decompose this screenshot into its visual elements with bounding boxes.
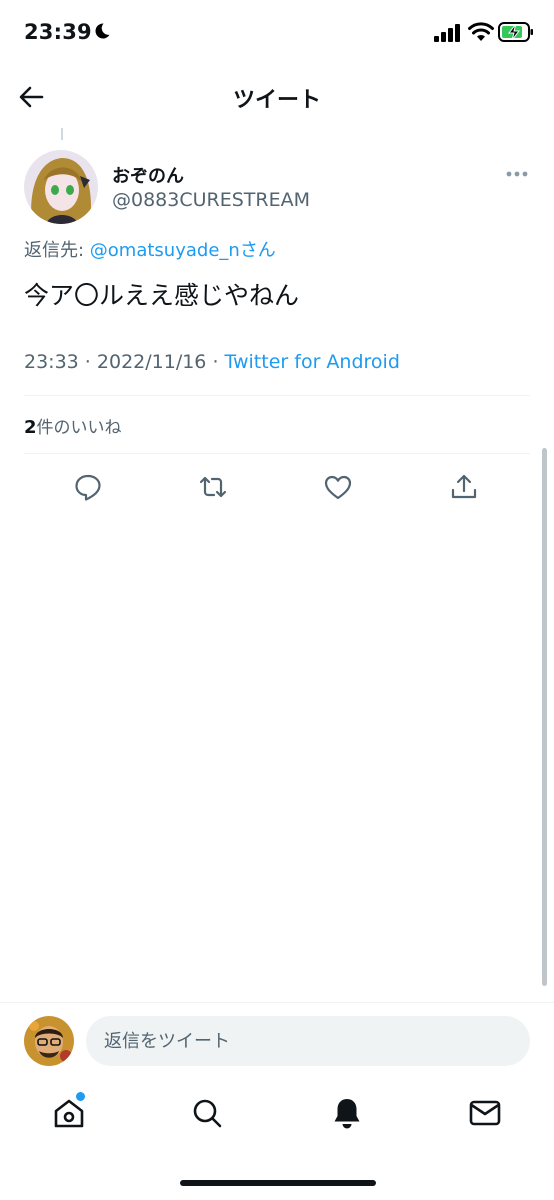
tweet-meta: 23:33 · 2022/11/16 · Twitter for Android	[24, 351, 400, 373]
meta-separator: ·	[78, 351, 97, 373]
more-options-icon[interactable]	[502, 164, 532, 184]
likes-label: 件のいいね	[36, 418, 122, 438]
divider	[24, 453, 530, 454]
signal-icon	[434, 24, 460, 42]
home-icon[interactable]	[52, 1096, 86, 1130]
reply-input[interactable]	[86, 1016, 530, 1066]
new-content-dot	[76, 1092, 85, 1101]
wifi-icon	[468, 22, 494, 41]
home-indicator[interactable]	[180, 1180, 376, 1186]
search-icon[interactable]	[190, 1096, 224, 1130]
tweet-source-link[interactable]: Twitter for Android	[225, 351, 400, 373]
likes-summary[interactable]: 2件のいいね	[24, 413, 122, 438]
reply-prefix: 返信先:	[24, 240, 90, 261]
page-title: ツイート	[232, 88, 321, 113]
messages-icon[interactable]	[468, 1096, 502, 1130]
current-user-avatar[interactable]	[24, 1016, 74, 1066]
reply-to-link[interactable]: @omatsuyade_nさん	[90, 240, 276, 261]
meta-separator: ·	[206, 351, 225, 373]
scrollbar[interactable]	[542, 448, 547, 986]
tweet-text: 今ア〇ルええ感じやねん	[24, 281, 300, 310]
author-avatar[interactable]	[24, 150, 98, 224]
tweet-time: 23:33	[24, 351, 79, 373]
likes-count: 2	[24, 417, 37, 438]
divider	[24, 395, 530, 396]
notifications-icon[interactable]	[330, 1096, 364, 1130]
reply-to-handle[interactable]: @omatsuyade_n	[90, 240, 240, 261]
reply-to-suffix[interactable]: さん	[240, 240, 276, 261]
like-icon[interactable]	[323, 472, 353, 502]
moon-icon	[95, 23, 110, 39]
battery-charging-icon	[498, 22, 533, 42]
share-icon[interactable]	[449, 472, 479, 502]
thread-line	[61, 128, 63, 140]
display-name[interactable]: おぞのん	[112, 162, 184, 188]
composer-divider	[0, 1002, 554, 1003]
user-handle[interactable]: @0883CURESTREAM	[112, 189, 310, 211]
status-time: 23:39	[24, 20, 92, 44]
retweet-icon[interactable]	[198, 472, 228, 502]
reply-icon[interactable]	[73, 472, 103, 502]
tweet-date: 2022/11/16	[96, 351, 207, 373]
reply-context: 返信先: @omatsuyade_nさん	[24, 236, 276, 262]
